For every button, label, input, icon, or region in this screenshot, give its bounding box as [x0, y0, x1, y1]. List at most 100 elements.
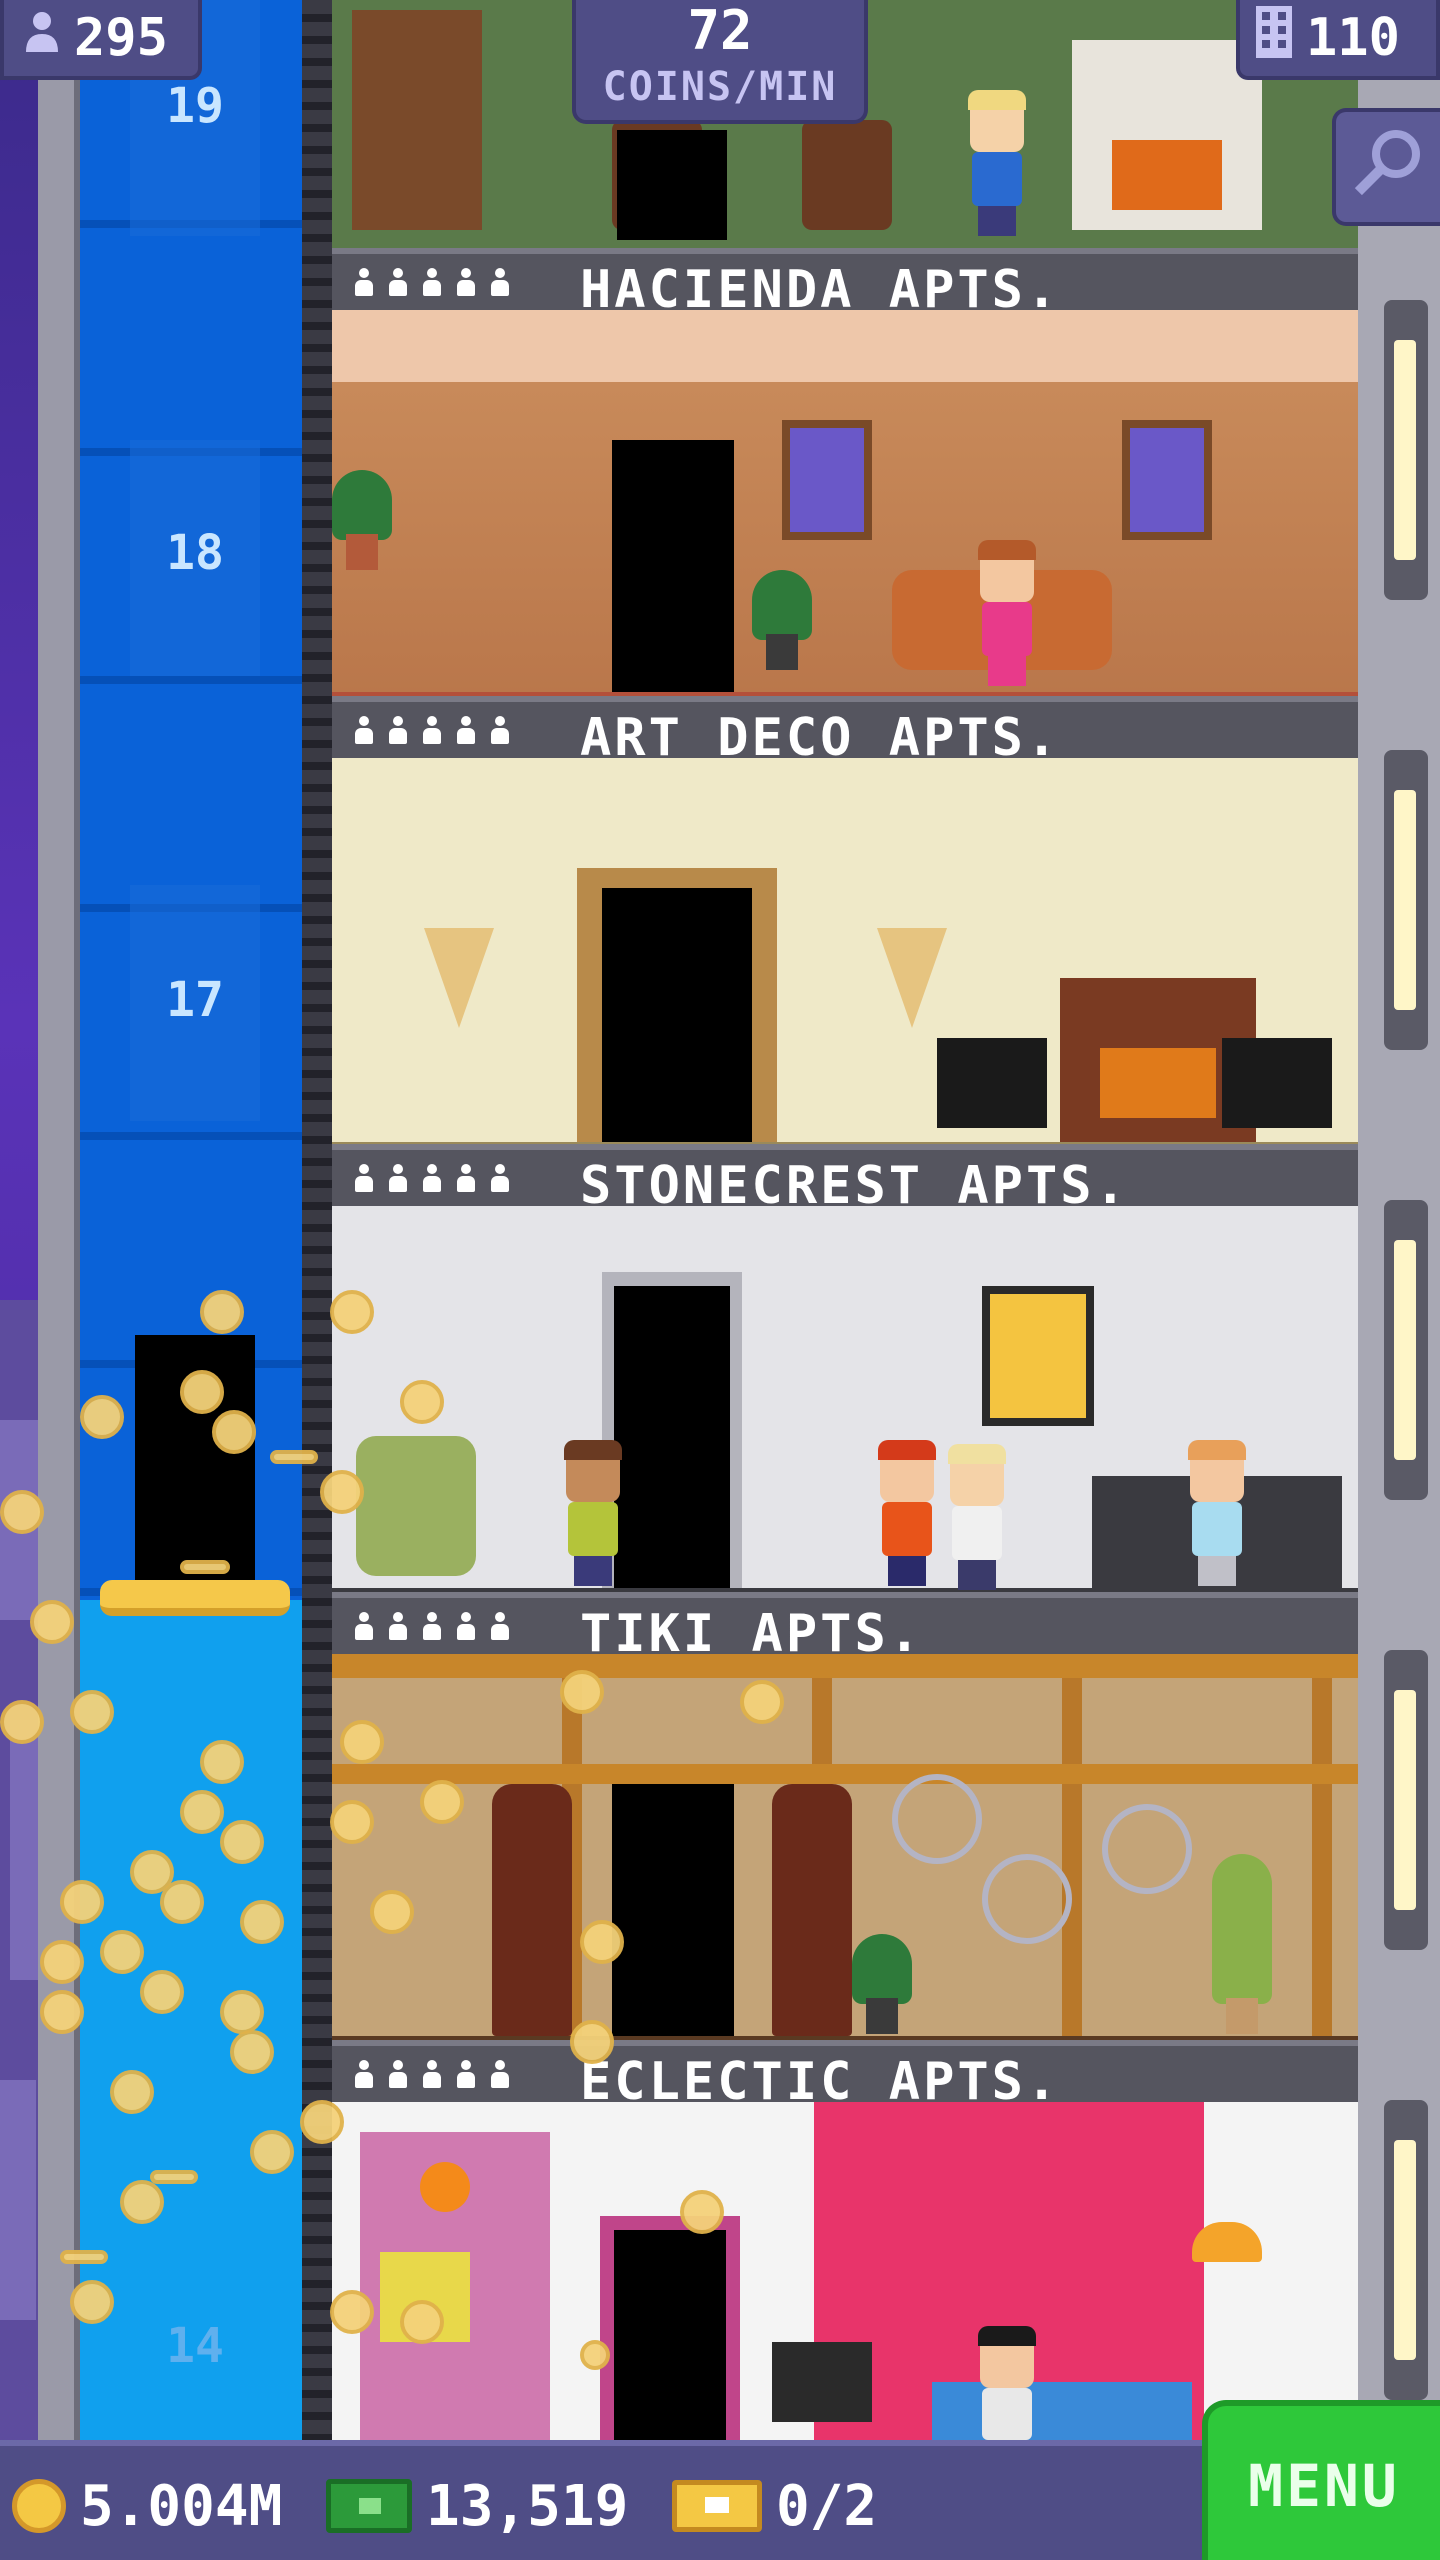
- coin[interactable]: [0, 1490, 44, 1534]
- coin[interactable]: [70, 1690, 114, 1734]
- coin[interactable]: [680, 2190, 724, 2234]
- resident[interactable]: [872, 1440, 942, 1586]
- floor-tiki[interactable]: TIKI APTS.: [332, 1592, 1358, 2054]
- floor-lamp: [1192, 2222, 1262, 2262]
- coin[interactable]: [180, 1790, 224, 1834]
- wall-art: [360, 2132, 550, 2440]
- coin[interactable]: [0, 1700, 44, 1744]
- resident[interactable]: [962, 90, 1032, 236]
- tickets-display[interactable]: 0/2: [672, 2470, 877, 2542]
- floor-eclectic[interactable]: ECLECTIC APTS.: [332, 2040, 1358, 2440]
- coin[interactable]: [320, 1470, 364, 1514]
- coin[interactable]: [230, 2030, 274, 2074]
- window-light: [1394, 1690, 1416, 1910]
- coin[interactable]: [340, 1720, 384, 1764]
- window-light: [1394, 2140, 1416, 2360]
- shaft-wall: [38, 0, 80, 2440]
- coin[interactable]: [330, 1800, 374, 1844]
- coin[interactable]: [400, 1380, 444, 1424]
- wall-art: [982, 1286, 1094, 1426]
- person-icon: [488, 714, 512, 746]
- coin[interactable]: [212, 1410, 256, 1454]
- floor-label: ECLECTIC APTS.: [332, 2040, 1358, 2112]
- person-icon: [488, 1610, 512, 1642]
- population-icon: [18, 8, 66, 69]
- coin[interactable]: [580, 2340, 610, 2370]
- coin[interactable]: [400, 2300, 444, 2344]
- bookshelf: [352, 10, 482, 230]
- coin[interactable]: [580, 1920, 624, 1964]
- speaker: [1222, 1038, 1332, 1128]
- room-interior: [332, 1654, 1358, 2054]
- coin-icon: [12, 2479, 66, 2533]
- wall-sconce: [424, 928, 494, 1028]
- coin[interactable]: [60, 2250, 108, 2264]
- resident[interactable]: [942, 1444, 1012, 1590]
- coin[interactable]: [200, 1290, 244, 1334]
- coin[interactable]: [140, 1970, 184, 2014]
- coin[interactable]: [560, 1670, 604, 1714]
- armchair: [802, 120, 892, 230]
- coin[interactable]: [160, 1880, 204, 1924]
- coins-value: 5.004M: [80, 2473, 283, 2539]
- floor-stonecrest[interactable]: STONECREST APTS.: [332, 1144, 1358, 1606]
- floor-label: TIKI APTS.: [332, 1592, 1358, 1664]
- coin[interactable]: [740, 1680, 784, 1724]
- potted-plant: [332, 470, 392, 570]
- resident[interactable]: [558, 1440, 628, 1586]
- coin[interactable]: [330, 2290, 374, 2334]
- coin[interactable]: [250, 2130, 294, 2174]
- occupancy-icons: [352, 1610, 512, 1644]
- bux-display[interactable]: 13,519: [326, 2470, 628, 2542]
- coin[interactable]: [70, 2280, 114, 2324]
- coin[interactable]: [570, 2020, 614, 2064]
- floor-label: STONECREST APTS.: [332, 1144, 1358, 1216]
- room-door: [614, 2230, 726, 2440]
- floor-art-deco[interactable]: ART DECO APTS.: [332, 696, 1358, 1158]
- floor-label: ART DECO APTS.: [332, 696, 1358, 768]
- coin[interactable]: [150, 2170, 198, 2184]
- room-door: [612, 440, 734, 692]
- resident[interactable]: [972, 540, 1042, 686]
- person-icon: [454, 714, 478, 746]
- person-icon: [420, 1610, 444, 1642]
- person-icon: [352, 2058, 376, 2090]
- coin[interactable]: [30, 1600, 74, 1644]
- coin[interactable]: [220, 1820, 264, 1864]
- floors-counter[interactable]: 110: [1236, 0, 1440, 80]
- population-counter[interactable]: 295: [0, 0, 202, 80]
- room-door: [602, 888, 752, 1142]
- coin[interactable]: [100, 1930, 144, 1974]
- floor-hacienda[interactable]: HACIENDA APTS.: [332, 248, 1358, 710]
- shaft-rail: [302, 0, 332, 2440]
- zoom-button[interactable]: [1332, 108, 1440, 226]
- coin[interactable]: [180, 1560, 230, 1574]
- coin[interactable]: [330, 1290, 374, 1334]
- coin[interactable]: [370, 1890, 414, 1934]
- coin[interactable]: [240, 1900, 284, 1944]
- coin[interactable]: [110, 2070, 154, 2114]
- coin[interactable]: [120, 2180, 164, 2224]
- coin[interactable]: [80, 1395, 124, 1439]
- elevator-floor-number: 17: [166, 972, 224, 1028]
- coin[interactable]: [420, 1780, 464, 1824]
- coin[interactable]: [180, 1370, 224, 1414]
- window-light: [1394, 790, 1416, 1010]
- coin[interactable]: [60, 1880, 104, 1924]
- elevator-floor-number: 18: [166, 525, 224, 581]
- coins-display[interactable]: 5.004M: [12, 2470, 282, 2542]
- coin[interactable]: [40, 1990, 84, 2034]
- room-interior: [332, 310, 1358, 710]
- resident[interactable]: [972, 2326, 1042, 2440]
- coin[interactable]: [200, 1740, 244, 1784]
- coin[interactable]: [270, 1450, 318, 1464]
- coin[interactable]: [40, 1940, 84, 1984]
- person-icon: [352, 266, 376, 298]
- coin[interactable]: [220, 1990, 264, 2034]
- person-icon: [352, 714, 376, 746]
- coin[interactable]: [300, 2100, 344, 2144]
- occupancy-icons: [352, 1162, 512, 1196]
- resident[interactable]: [1182, 1440, 1252, 1586]
- room-interior: [332, 2102, 1358, 2440]
- menu-button[interactable]: MENU: [1202, 2400, 1440, 2560]
